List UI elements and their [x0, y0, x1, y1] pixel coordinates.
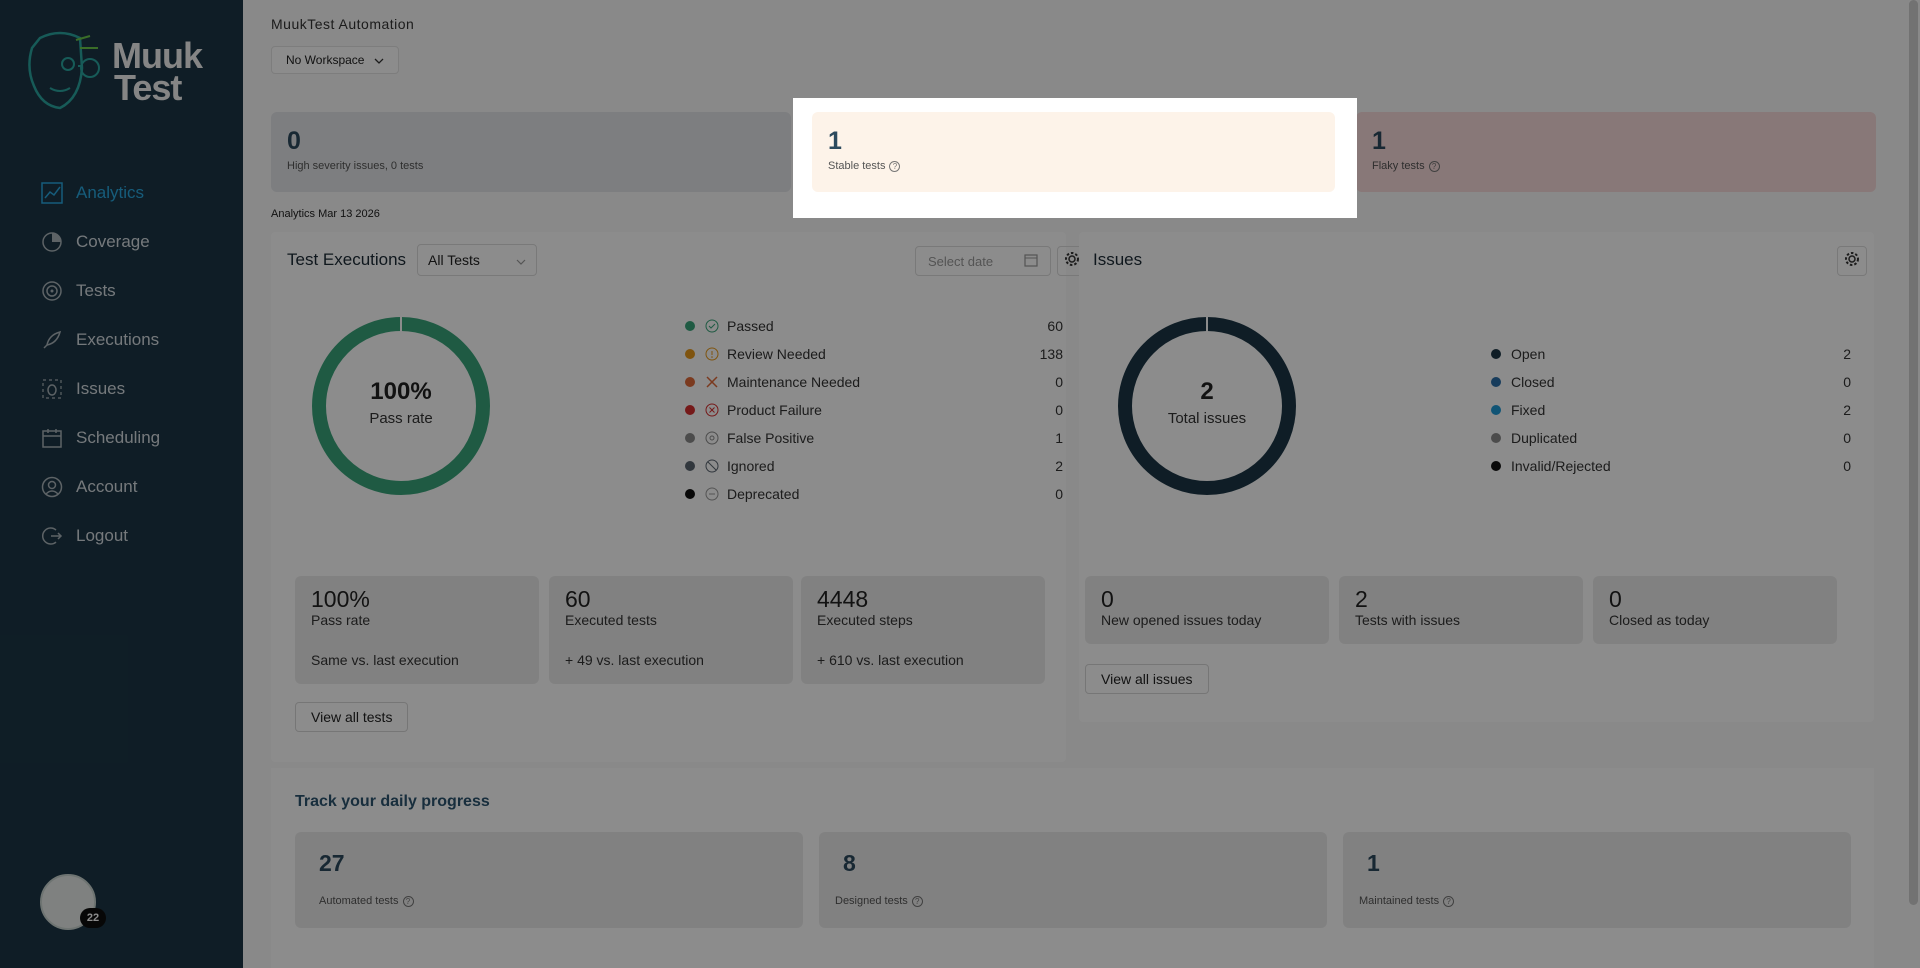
stable-tests-value: 1 — [828, 127, 842, 155]
help-icon[interactable]: ? — [889, 160, 901, 172]
stable-tests-text: Stable tests — [828, 160, 886, 172]
stable-tests-label: Stable tests ? — [828, 160, 1319, 172]
stable-tests-card: 1 Stable tests ? — [812, 112, 1335, 192]
